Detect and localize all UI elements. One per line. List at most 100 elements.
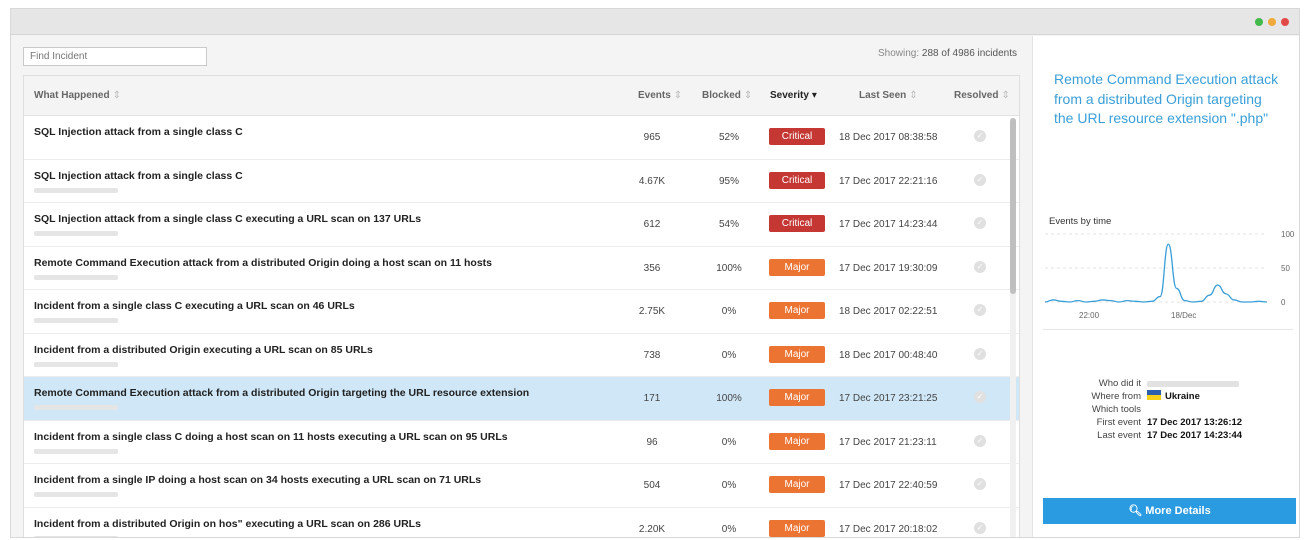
redacted-subtext: [34, 535, 118, 537]
column-resolved[interactable]: Resolved ⇕: [954, 90, 1010, 101]
window-dot-green[interactable]: [1255, 18, 1263, 26]
blocked-percent: 0%: [721, 436, 737, 448]
redacted-subtext: [34, 361, 118, 367]
events-by-time-label: Events by time: [1049, 216, 1112, 227]
table-row[interactable]: Incident from a single IP doing a host s…: [24, 464, 1019, 508]
severity-badge: Major: [769, 389, 825, 406]
events-by-time-chart: 0 50 100 22:00 18/Dec: [1044, 230, 1295, 320]
table-row[interactable]: Incident from a single class C executing…: [24, 290, 1019, 334]
resolved-check-icon[interactable]: ✓: [974, 304, 986, 316]
y-tick-label: 0: [1281, 298, 1286, 307]
table-row[interactable]: Incident from a distributed Origin execu…: [24, 333, 1019, 377]
scrollbar-thumb[interactable]: [1010, 118, 1016, 294]
info-which-tools: Which tools: [1049, 403, 1289, 416]
last-seen-time: 18 Dec 2017 00:48:40: [839, 349, 938, 361]
blocked-percent: 52%: [718, 132, 739, 143]
who-did-it-redacted: [1147, 381, 1239, 387]
column-events[interactable]: Events ⇕: [638, 90, 682, 101]
incident-title: Incident from a distributed Origin execu…: [34, 343, 373, 356]
window-dot-red[interactable]: [1281, 18, 1289, 26]
resolved-check-icon[interactable]: ✓: [974, 260, 986, 273]
column-severity[interactable]: Severity ▾: [770, 90, 817, 101]
incident-title: Remote Command Execution attack from a d…: [34, 256, 492, 269]
table-scrollbar[interactable]: [1010, 118, 1016, 537]
sort-icon: ⇕: [673, 90, 683, 101]
resolved-check-icon[interactable]: ✓: [974, 130, 986, 142]
incident-title: Remote Command Execution attack from a d…: [34, 387, 530, 399]
resolved-check-icon[interactable]: ✓: [974, 347, 986, 360]
blocked-percent: 0%: [721, 480, 737, 491]
window-controls: [1255, 18, 1289, 26]
table-row[interactable]: Incident from a distributed Origin on ho…: [24, 507, 1019, 537]
more-details-label: More Details: [1145, 505, 1211, 517]
blocked-percent: 54%: [718, 219, 739, 230]
resolved-check-icon[interactable]: ✓: [974, 217, 986, 229]
events-series-line: [1044, 243, 1268, 303]
country-name: Ukraine: [1165, 391, 1200, 402]
search-plus-icon: 🔍︎: [1128, 505, 1143, 517]
events-count: 96: [646, 436, 658, 448]
column-label: What Happened: [34, 90, 110, 101]
last-seen-time: 17 Dec 2017 22:21:16: [839, 175, 938, 187]
severity-badge: Critical: [769, 171, 825, 189]
resolved-check-icon[interactable]: ✓: [974, 434, 986, 447]
more-details-button[interactable]: 🔍︎ More Details: [1043, 498, 1296, 524]
resolved-check-icon[interactable]: ✓: [974, 391, 986, 403]
table-row[interactable]: Remote Command Execution attack from a d…: [24, 246, 1019, 290]
redacted-subtext: [34, 274, 118, 280]
redacted-subtext: [34, 318, 118, 323]
table-body: SQL Injection attack from a single class…: [24, 116, 1019, 537]
severity-badge: Major: [769, 258, 825, 276]
info-first-event: First event 17 Dec 2017 13:26:12: [1049, 416, 1289, 429]
table-row[interactable]: SQL Injection attack from a single class…: [24, 159, 1019, 203]
where-from-label: Where from: [1091, 391, 1141, 402]
info-where-from: Where from Ukraine: [1049, 390, 1289, 403]
x-tick-label: 22:00: [1079, 311, 1100, 320]
last-seen-time: 17 Dec 2017 21:23:11: [839, 436, 937, 448]
events-count: 356: [643, 262, 661, 274]
sort-icon: ⇕: [909, 90, 918, 101]
column-blocked[interactable]: Blocked ⇕: [702, 90, 752, 101]
sort-icon: ⇕: [743, 90, 753, 101]
resolved-check-icon[interactable]: ✓: [974, 521, 986, 534]
redacted-subtext: [34, 492, 118, 497]
table-row[interactable]: Remote Command Execution attack from a d…: [24, 377, 1019, 421]
sort-icon: ⇕: [112, 90, 121, 101]
sort-desc-icon: ▾: [811, 90, 817, 101]
redacted-subtext: [34, 231, 118, 236]
resolved-check-icon[interactable]: ✓: [974, 478, 986, 490]
redacted-subtext: [34, 405, 118, 410]
where-from-value: Ukraine: [1147, 390, 1200, 403]
info-who-did-it: Who did it: [1049, 377, 1289, 390]
redacted-subtext: [34, 448, 118, 454]
column-label: Blocked: [702, 90, 741, 101]
column-label: Severity: [770, 90, 809, 101]
first-event-label: First event: [1096, 417, 1141, 428]
table-row[interactable]: Incident from a single class C doing a h…: [24, 420, 1019, 464]
events-count: 2.75K: [638, 306, 666, 317]
resolved-check-icon[interactable]: ✓: [974, 173, 986, 186]
find-incident-input[interactable]: [23, 47, 207, 66]
column-last-seen[interactable]: Last Seen ⇕: [859, 90, 918, 101]
last-seen-time: 17 Dec 2017 23:21:25: [839, 393, 938, 404]
blocked-percent: 100%: [716, 262, 742, 274]
window-dot-yellow[interactable]: [1268, 18, 1276, 26]
x-tick-label: 18/Dec: [1171, 311, 1196, 320]
blocked-percent: 0%: [721, 306, 737, 317]
incident-title: Incident from a single class C executing…: [34, 300, 355, 312]
incident-title: SQL Injection attack from a single class…: [34, 169, 243, 182]
column-what-happened[interactable]: What Happened ⇕: [34, 90, 121, 101]
events-count: 504: [643, 480, 661, 491]
table-row[interactable]: SQL Injection attack from a single class…: [24, 116, 1019, 160]
sort-icon: ⇕: [1001, 90, 1010, 101]
blocked-percent: 0%: [721, 349, 737, 361]
incident-detail-panel: Remote Command Execution attack from a d…: [1032, 36, 1299, 537]
blocked-percent: 95%: [718, 175, 739, 187]
incident-info: Who did it Where from Ukraine Which tool…: [1049, 377, 1289, 442]
events-count: 738: [643, 349, 661, 361]
showing-count: Showing: 288 of 4986 incidents: [878, 48, 1017, 59]
incident-title: Incident from a single IP doing a host s…: [34, 474, 482, 486]
which-tools-label: Which tools: [1091, 404, 1141, 415]
last-seen-time: 17 Dec 2017 14:23:44: [839, 219, 938, 230]
table-row[interactable]: SQL Injection attack from a single class…: [24, 203, 1019, 247]
